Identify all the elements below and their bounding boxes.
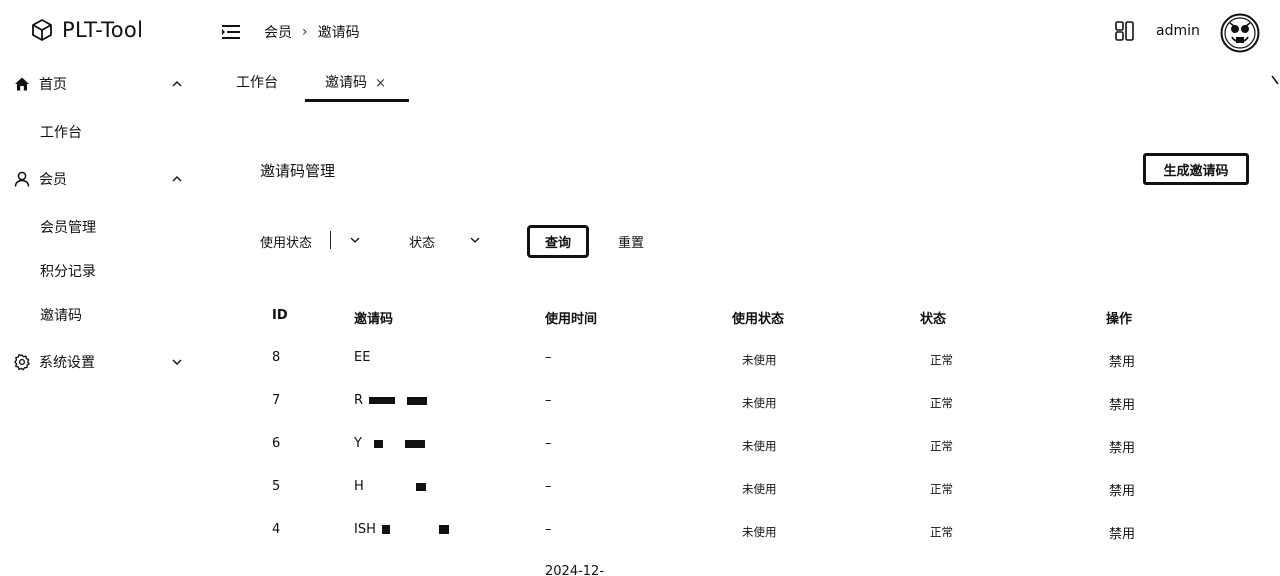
gear-icon (13, 353, 31, 371)
fullscreen-icon[interactable] (1114, 20, 1136, 42)
page-title: 邀请码管理 (260, 162, 336, 180)
cell-code: R (354, 393, 428, 408)
column-header-status: 状态 (920, 312, 947, 327)
tab-active-indicator (305, 99, 409, 102)
cell-status: 正常 (930, 482, 953, 496)
sidebar-group-member[interactable]: 会员 (0, 157, 200, 201)
cell-used-time: – (545, 479, 552, 494)
disable-button[interactable]: 禁用 (1109, 523, 1135, 542)
column-header-id: ID (272, 308, 288, 323)
cell-code: Y (354, 436, 426, 451)
cell-id: 5 (272, 479, 281, 494)
reset-button[interactable]: 重置 (618, 232, 644, 251)
status-select-chevron-down-icon[interactable] (469, 234, 481, 246)
cube-logo-icon (32, 19, 52, 41)
breadcrumb: 会员 › 邀请码 (264, 22, 360, 42)
sidebar-item-member-management[interactable]: 会员管理 (40, 217, 96, 237)
cell-used-time: – (545, 350, 552, 365)
menu-toggle-icon[interactable] (222, 23, 242, 41)
cell-code: EE (354, 350, 371, 365)
partial-row-used-time: 2024-12- (545, 564, 605, 576)
chevron-up-icon (172, 176, 182, 182)
redaction-mask (439, 525, 450, 534)
user-name[interactable]: admin (1156, 23, 1200, 39)
chevron-right-icon: › (302, 24, 308, 40)
breadcrumb-item-invite-code: 邀请码 (317, 25, 360, 41)
button-label: 查询 (544, 236, 571, 251)
redaction-mask (407, 396, 428, 405)
sidebar-group-home[interactable]: 首页 (0, 62, 200, 106)
code-text: ISH (354, 522, 376, 537)
sidebar-group-system-settings[interactable]: 系统设置 (0, 340, 200, 384)
cell-status: 正常 (930, 396, 953, 410)
cell-id: 8 (272, 350, 281, 365)
use-status-filter-label: 使用状态 (260, 236, 313, 251)
redaction-mask (369, 397, 396, 404)
cell-used-time: – (545, 436, 552, 451)
sidebar-group-label: 首页 (39, 77, 67, 93)
tab-label: 邀请码 (325, 75, 367, 91)
sidebar-group-label: 系统设置 (39, 355, 95, 371)
query-button[interactable]: 查询 (527, 225, 589, 258)
column-header-code: 邀请码 (354, 312, 394, 327)
column-header-used-time: 使用时间 (545, 312, 598, 327)
code-text: Y (354, 436, 362, 451)
filter-divider (330, 231, 331, 249)
avatar[interactable] (1220, 13, 1260, 53)
column-header-use-status: 使用状态 (732, 312, 785, 327)
cell-id: 7 (272, 393, 281, 408)
redaction-mask (405, 439, 426, 448)
close-icon[interactable]: × (375, 76, 386, 91)
status-filter-label: 状态 (409, 236, 436, 251)
cell-use-status: 未使用 (742, 482, 777, 496)
cell-code: ISH (354, 522, 450, 537)
sidebar-item-invite-code[interactable]: 邀请码 (40, 305, 82, 325)
cell-status: 正常 (930, 439, 953, 453)
collapse-corner-icon (1271, 75, 1279, 85)
cell-status: 正常 (930, 525, 953, 539)
app-logo[interactable]: PLT-Tool (30, 18, 143, 42)
redaction-mask (382, 525, 391, 534)
redaction-mask (415, 482, 426, 491)
cell-use-status: 未使用 (742, 353, 777, 367)
tab-workbench[interactable]: 工作台 (236, 72, 278, 92)
chevron-down-icon (172, 359, 182, 365)
disable-button[interactable]: 禁用 (1109, 437, 1135, 456)
user-icon (13, 170, 31, 188)
cell-use-status: 未使用 (742, 439, 777, 453)
sidebar-group-label: 会员 (39, 172, 67, 188)
home-icon (13, 75, 31, 93)
cell-id: 6 (272, 436, 281, 451)
use-status-select-chevron-down-icon[interactable] (349, 234, 361, 246)
generate-invite-code-button[interactable]: 生成邀请码 (1143, 153, 1249, 185)
code-text: H (354, 479, 364, 494)
tab-invite-code[interactable]: 邀请码 × (325, 72, 386, 92)
sidebar-item-workbench[interactable]: 工作台 (40, 122, 82, 142)
column-header-action: 操作 (1106, 312, 1133, 327)
disable-button[interactable]: 禁用 (1109, 394, 1135, 413)
cell-used-time: – (545, 393, 552, 408)
disable-button[interactable]: 禁用 (1109, 480, 1135, 499)
redaction-mask (374, 439, 384, 448)
cell-use-status: 未使用 (742, 525, 777, 539)
button-label: 生成邀请码 (1163, 163, 1229, 179)
cell-id: 4 (272, 522, 281, 537)
cell-status: 正常 (930, 353, 953, 367)
sidebar-item-points-record[interactable]: 积分记录 (40, 261, 96, 281)
disable-button[interactable]: 禁用 (1109, 351, 1135, 370)
cell-code: H (354, 479, 426, 494)
code-text: R (354, 393, 364, 408)
chevron-up-icon (172, 81, 182, 87)
breadcrumb-item-member[interactable]: 会员 (264, 22, 292, 42)
cell-use-status: 未使用 (742, 396, 777, 410)
cell-used-time: – (545, 522, 552, 537)
app-title: PLT-Tool (62, 18, 144, 42)
